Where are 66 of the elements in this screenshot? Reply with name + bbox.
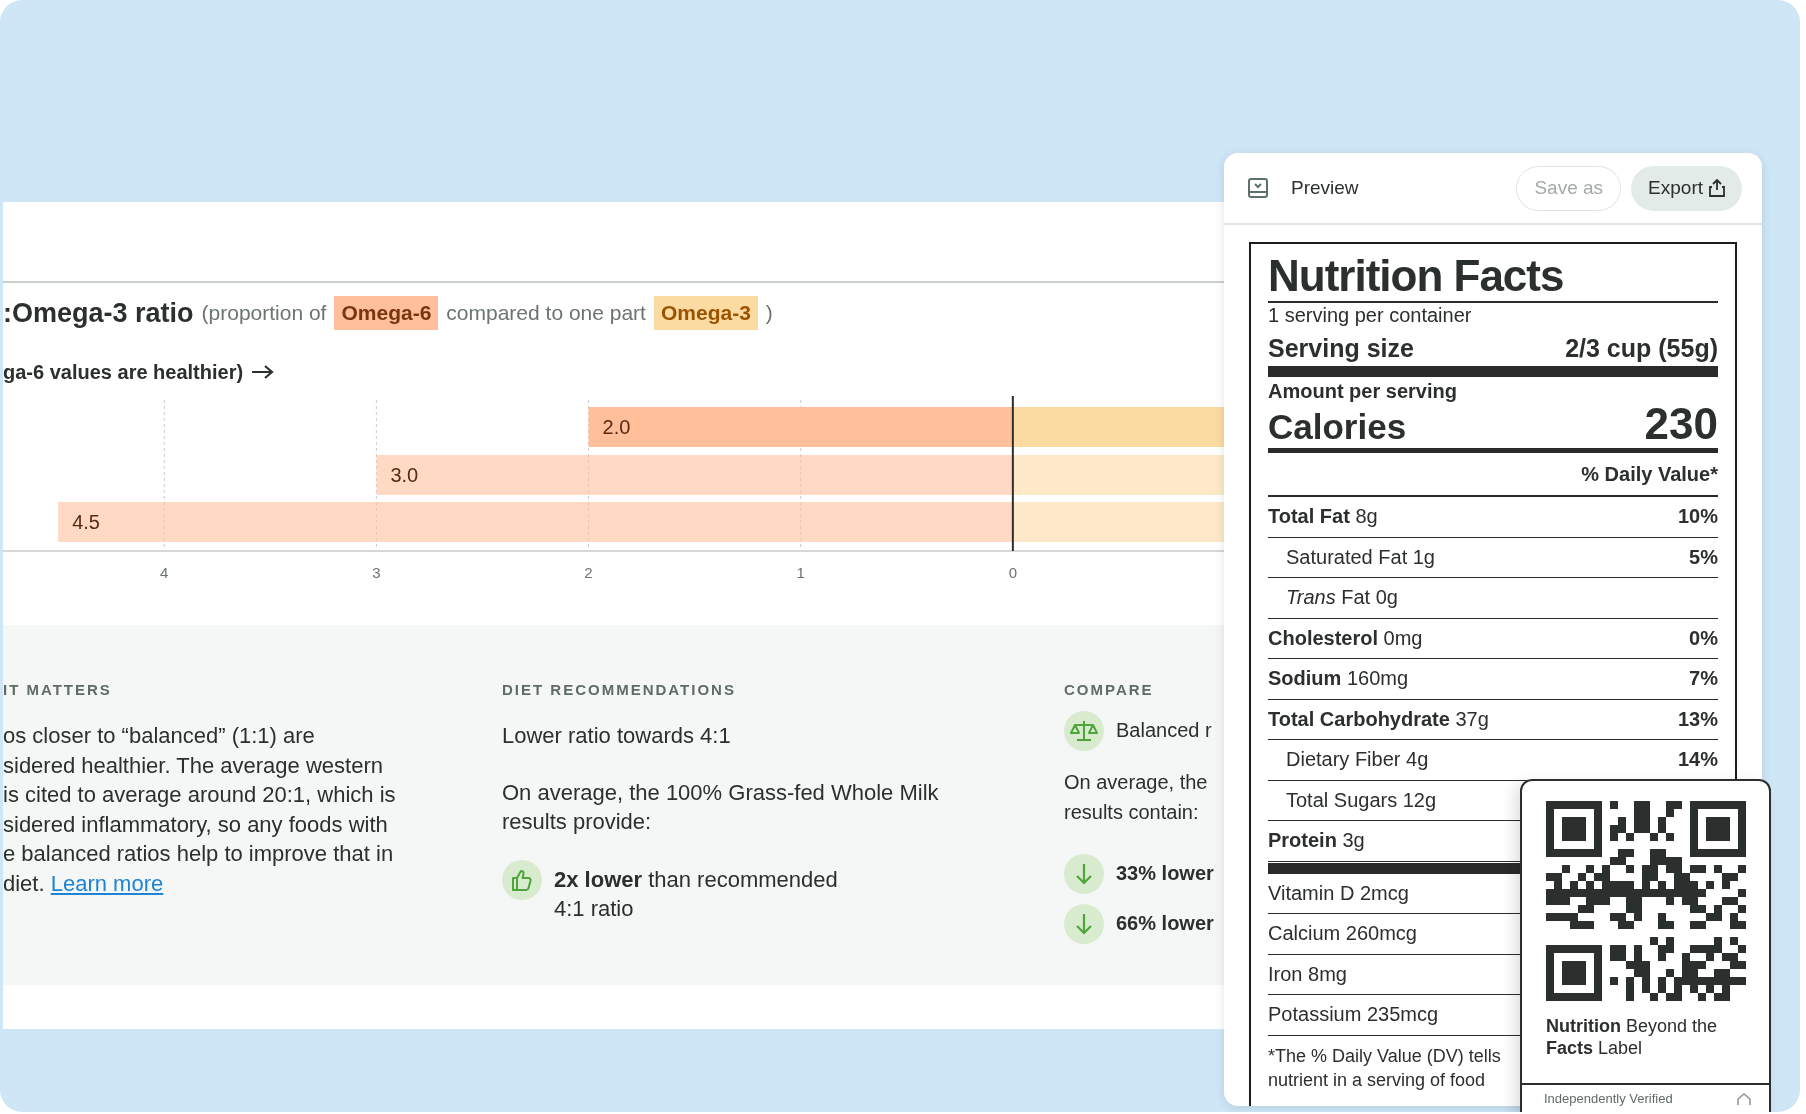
nutrient-text: Total Carbohydrate 37g [1268,707,1489,731]
section-heading: IT MATTERS [3,681,113,699]
thumbs-up-icon [502,859,542,900]
chart-subtitle: compared to one part [446,301,646,325]
nutrient-text: Potassium 235mcg [1268,1003,1439,1027]
stat-text: 33% lower [1116,861,1214,886]
daily-value-heading: % Daily Value* [1581,462,1718,487]
arrow-right-icon [251,364,276,380]
stat-text: 66% lower [1116,911,1214,936]
nutrient-text: Total Fat 8g [1268,505,1378,529]
stat-text: Balanced r [1116,718,1212,743]
nutrient-text: Saturated Fat 1g [1286,545,1435,569]
export-button[interactable]: Export [1631,165,1742,211]
panel-title: Preview [1291,177,1359,199]
calories-value: 230 [1644,403,1718,445]
daily-value: 5% [1689,545,1718,569]
legend-tag: Omega-3 [653,296,758,330]
daily-value: 0% [1689,626,1718,650]
document-icon [1247,177,1269,199]
calories-label: Calories [1268,406,1407,448]
nutrient-text: Cholesterol 0mg [1268,626,1423,650]
verified-text: Independently Verified [1544,1091,1673,1106]
servings-text: 1 serving per container [1268,303,1473,327]
nutrient-text: Iron 8mg [1268,962,1347,986]
qr-caption: Nutrition Beyond the Facts Label [1546,1015,1719,1059]
balance-scale-icon [1064,711,1104,751]
chart-title: :Omega-3 ratio [3,297,194,329]
daily-value: 14% [1677,748,1718,772]
paragraph: On average, the results contain: [1064,770,1209,825]
chart-subtitle: ) [765,301,773,325]
arrow-down-icon [1064,904,1104,944]
axis-tick-label: 3 [372,564,381,581]
label-title: Nutrition Facts [1268,253,1718,303]
paragraph: os closer to “balanced” (1:1) are sidered healthier. The average western is cited to average around 20:1, which is sidered inflammatory, so any foods with e balanced ratios help to improve that in diet. Learn more [3,722,397,898]
section-heading: COMPARE [1064,681,1155,699]
paragraph: On average, the 100% Grass-fed Whole Milk results provide: [502,778,940,836]
nutrient-text: Total Sugars 12g [1286,788,1437,812]
nutrient-text: Protein 3g [1268,829,1365,853]
chart-subtitle: (proportion of [201,301,327,325]
daily-value: 13% [1677,707,1718,731]
daily-value: 7% [1689,667,1718,691]
axis-tick-label: 4 [160,564,169,581]
stat-text: 2x lower than recommended 4:1 ratio [554,865,838,923]
arrow-down-icon [1064,854,1104,894]
daily-value: 10% [1677,505,1718,529]
learn-more-link[interactable]: Learn more [50,870,164,896]
section-heading: DIET RECOMMENDATIONS [502,681,737,699]
paragraph: Lower ratio towards 4:1 [502,722,732,750]
axis-tick-label: 2 [584,564,593,581]
data-label: 2.0 [602,416,631,438]
share-icon [1709,179,1725,197]
footnote: *The % Daily Value (DV) tells nutrient in a serving of food [1268,1044,1501,1092]
nutrient-text: Dietary Fiber 4g [1286,748,1429,772]
serving-size-value: 2/3 cup (55g) [1565,333,1718,364]
nutrient-text: Calcium 260mcg [1268,922,1417,946]
axis-tick-label: 0 [1008,564,1017,581]
data-label: 4.5 [72,511,100,533]
nutrient-text: Vitamin D 2mcg [1268,881,1409,905]
axis-note: ga-6 values are healthier) [3,360,244,384]
axis-tick-label: 1 [796,564,805,581]
nutrient-text: Trans Fat 0g [1286,586,1398,610]
amount-per-serving: Amount per serving [1268,379,1458,403]
nutrient-text: Sodium 160mg [1268,667,1409,691]
legend-tag: Omega-6 [334,296,439,330]
serving-size-label: Serving size [1268,333,1414,364]
data-label: 3.0 [390,464,419,486]
